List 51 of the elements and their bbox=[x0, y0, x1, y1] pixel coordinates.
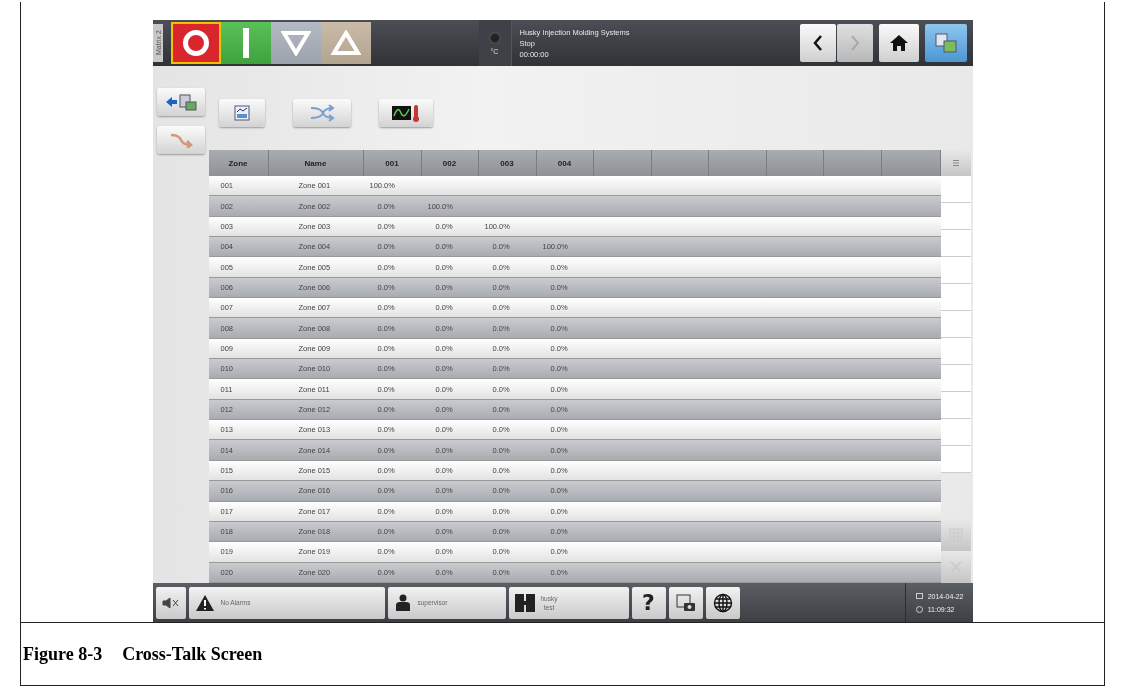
stop-button[interactable] bbox=[170, 22, 221, 64]
side-cell bbox=[940, 365, 971, 392]
side-cell bbox=[940, 203, 971, 230]
menu-icon bbox=[951, 159, 960, 167]
crosstalk-button[interactable] bbox=[292, 99, 351, 127]
heater-indicator-icon bbox=[488, 31, 501, 44]
triangle-up-icon bbox=[330, 30, 361, 56]
warning-icon bbox=[194, 593, 215, 612]
chevron-right-icon bbox=[848, 34, 861, 52]
start-button[interactable] bbox=[220, 22, 271, 64]
side-cell bbox=[940, 284, 971, 311]
bar-icon bbox=[241, 28, 250, 58]
chevron-left-icon bbox=[811, 34, 824, 52]
screens-icon bbox=[933, 32, 958, 54]
menu-button[interactable] bbox=[940, 150, 971, 176]
clock-icon bbox=[915, 605, 923, 613]
back-button[interactable] bbox=[799, 24, 836, 62]
overview-button[interactable] bbox=[218, 99, 265, 127]
shuffle-icon bbox=[308, 104, 335, 122]
side-cell bbox=[940, 419, 971, 446]
triangle-down-icon bbox=[280, 30, 311, 56]
chart-screen-icon bbox=[233, 105, 250, 121]
down-button[interactable] bbox=[270, 22, 321, 64]
globe-icon bbox=[712, 592, 733, 613]
thermocouple-button[interactable] bbox=[378, 99, 433, 127]
side-cell bbox=[940, 446, 971, 473]
circle-icon bbox=[181, 29, 210, 57]
side-cell bbox=[940, 176, 971, 203]
screenshot-button[interactable] bbox=[668, 586, 703, 619]
person-icon bbox=[393, 593, 412, 612]
home-button[interactable] bbox=[878, 24, 919, 62]
side-cell bbox=[940, 230, 971, 257]
speaker-muted-icon bbox=[161, 596, 180, 609]
calendar-icon bbox=[915, 593, 923, 599]
logo-icon bbox=[514, 593, 535, 612]
return-button[interactable] bbox=[156, 88, 205, 116]
language-button[interactable] bbox=[705, 586, 740, 619]
figure-title: Cross-Talk Screen bbox=[122, 643, 263, 665]
side-cell bbox=[940, 257, 971, 284]
side-cell bbox=[940, 311, 971, 338]
side-cell bbox=[940, 392, 971, 419]
merge-arrow-icon bbox=[168, 132, 193, 148]
graph-thermometer-icon bbox=[390, 103, 421, 123]
forward-button[interactable] bbox=[836, 24, 873, 62]
home-icon bbox=[888, 34, 909, 52]
mute-button[interactable] bbox=[155, 586, 186, 619]
window-camera-icon bbox=[675, 593, 696, 612]
screen-select-button[interactable] bbox=[924, 24, 967, 62]
side-cell bbox=[940, 338, 971, 365]
help-button[interactable]: ? bbox=[631, 586, 666, 619]
figure-number: Figure 8-3 bbox=[23, 643, 103, 665]
